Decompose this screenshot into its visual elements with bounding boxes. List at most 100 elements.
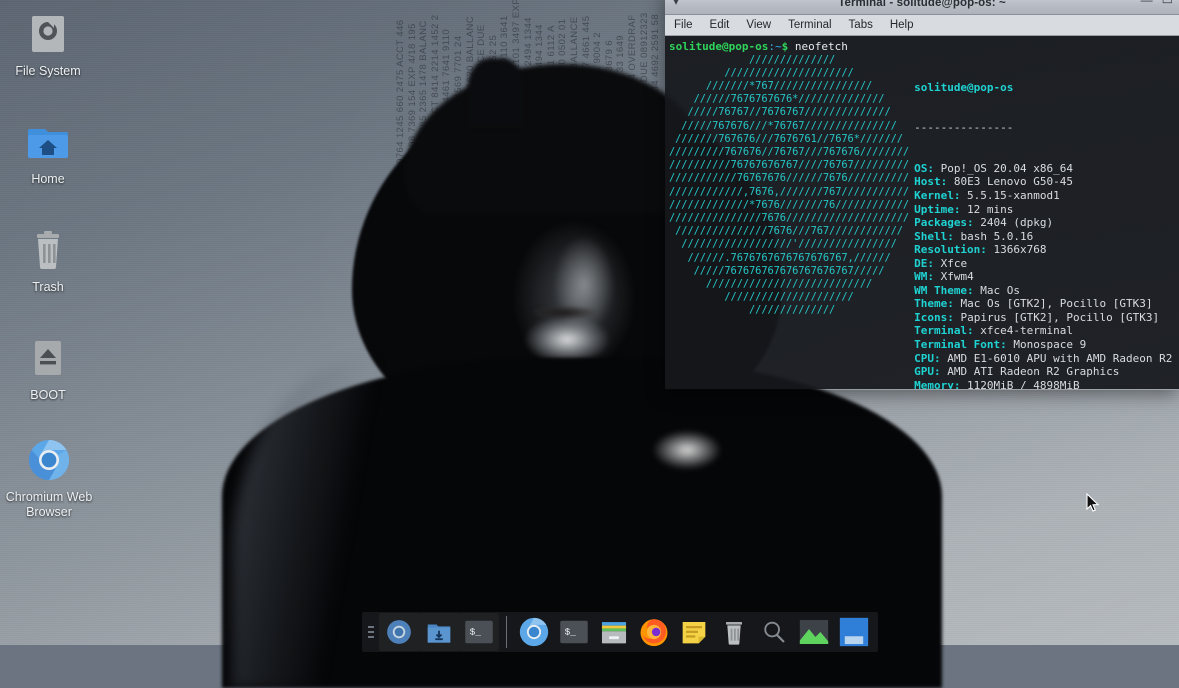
wallpaper-text-column: ACCT.4461 7641 9110 3841 33 1649	[616, 0, 626, 194]
window-menu-icon[interactable]: ▾	[673, 0, 679, 8]
wallpaper-text-column: 876 661 EXP.06/16 4219 97611 6112 A	[547, 0, 557, 194]
minimize-icon[interactable]: —	[1141, 0, 1153, 7]
neofetch-entry: Uptime: 12 mins	[914, 203, 1179, 217]
desktop[interactable]: 7633 20 9764 1245 660 2475 ACCT 4463458 …	[0, 0, 1179, 645]
neofetch-entry-key: DE:	[914, 257, 934, 270]
figure-face	[490, 170, 658, 382]
neofetch-entry: WM Theme: Mac Os	[914, 284, 1179, 298]
wallpaper-text-column: 5 660 2475 ACCT.4461 7641 1101 3497 EXP	[512, 0, 522, 194]
neofetch-entry-value: 5.5.15-xanmod1	[960, 189, 1059, 202]
desktop-icon-home[interactable]: Home	[0, 118, 96, 187]
maximize-icon[interactable]: ▭	[1162, 0, 1173, 7]
neofetch-entry: Kernel: 5.5.15-xanmod1	[914, 189, 1179, 203]
desktop-icon-chromium[interactable]: Chromium Web Browser	[0, 436, 98, 520]
wallpaper-text-column: 3497 7704 ACCT.8414 2214 1452 25	[489, 0, 499, 194]
titlebar-right-controls[interactable]: — ▭	[1141, 0, 1173, 7]
neofetch-entry: CPU: AMD E1-6010 APU with AMD Radeon R2	[914, 352, 1179, 366]
neofetch-entry-key: Uptime:	[914, 203, 960, 216]
terminal-titlebar[interactable]: ▾ Terminal - solitude@pop-os: ~ — ▭	[665, 0, 1179, 15]
figure-mouth	[534, 306, 596, 319]
neofetch-entry: Shell: bash 5.0.16	[914, 230, 1179, 244]
trash-icon	[718, 616, 750, 648]
svg-text:$_: $_	[470, 627, 482, 638]
menu-item-view[interactable]: View	[746, 19, 771, 31]
dock-task-trash[interactable]	[714, 613, 754, 651]
neofetch-entry-key: Kernel:	[914, 189, 960, 202]
wallpaper-text-column: 7 369 154 EXP.4/18 1956 2387 4661 445	[582, 0, 592, 194]
firefox-icon	[637, 615, 671, 649]
neofetch-entry: Resolution: 1366x768	[914, 243, 1179, 257]
neofetch-entry-value: AMD E1-6010 APU with AMD Radeon R2	[941, 352, 1179, 365]
wallpaper-text-column: ACCT 4569 7701 2494 1344 OVERDRAF	[628, 0, 638, 194]
neofetch-entry-value: Monospace 9	[1007, 338, 1086, 351]
neofetch-entry-key: Packages:	[914, 216, 974, 229]
neofetch-entry: WM: Xfwm4	[914, 270, 1179, 284]
dock-task-terminal[interactable]: $_	[554, 613, 594, 651]
menu-item-file[interactable]: File	[674, 19, 693, 31]
chromium-icon	[384, 617, 414, 647]
desktop-icon-label: Trash	[0, 280, 96, 295]
neofetch-entry-value: bash 5.0.16	[954, 230, 1033, 243]
neofetch-entry-key: Host:	[914, 175, 947, 188]
neofetch-entry-key: Terminal:	[914, 324, 974, 337]
wallpaper-text-column: 1245 660 2475 ACCT 4461 7641 9110	[442, 0, 452, 194]
terminal-scrollback: solitude@pop-os:~$ neofetch ////////////…	[665, 36, 1179, 389]
neofetch-entry-value: 1366x768	[987, 243, 1047, 256]
dock-task-chromium[interactable]	[514, 613, 554, 651]
dock-task-notes[interactable]	[674, 613, 714, 651]
chromium-icon	[25, 436, 73, 484]
prompt-colon: :	[768, 40, 775, 53]
prompt-userhost: solitude@pop-os	[669, 40, 768, 53]
wallpaper-text-column: 05/16 01287 41785 2365 1478 BALANC	[419, 0, 429, 194]
neofetch-entry-key: Theme:	[914, 297, 954, 310]
wallpaper-text-column: 29 EXP.0703 5434 976 BALANCE DUE	[477, 0, 487, 194]
wallpaper-text-column: EXP.07/19 ACCT.4569 7701 2494 1344	[535, 0, 545, 194]
neofetch-entry-value: xfce4-terminal	[974, 324, 1073, 337]
terminal-body[interactable]: solitude@pop-os:~$ neofetch ////////////…	[665, 36, 1179, 389]
menu-item-tabs[interactable]: Tabs	[849, 19, 873, 31]
neofetch-host-title: solitude@pop-os	[914, 81, 1013, 94]
neofetch-entry-value: Pop!_OS 20.04 x86_64	[934, 162, 1073, 175]
chromium-icon	[517, 615, 551, 649]
dock-panel[interactable]: $_ $_	[362, 612, 878, 652]
wallpaper-text-column: ACCT.8414 2214 1452 2500 3679 6	[605, 0, 615, 194]
dock-task-archive[interactable]	[594, 613, 634, 651]
neofetch-entry-key: Resolution:	[914, 243, 987, 256]
wallpaper-text-column: 3461 EXP.07/19 ACCT.4569 7701 24	[454, 0, 464, 194]
neofetch-entry-key: GPU:	[914, 365, 941, 378]
menu-item-help[interactable]: Help	[890, 19, 914, 31]
neofetch-entry-value: Papirus [GTK2], Pocillo [GTK3]	[954, 311, 1159, 324]
desktop-icon-trash[interactable]: Trash	[0, 226, 96, 295]
neofetch-entry-value: 1120MiB / 4898MiB	[960, 379, 1079, 389]
neofetch-entry: Terminal Font: Monospace 9	[914, 338, 1179, 352]
menu-item-terminal[interactable]: Terminal	[788, 19, 831, 31]
neofetch-entry: DE: Xfce	[914, 257, 1179, 271]
desktop-icon-boot[interactable]: BOOT	[0, 334, 96, 403]
desktop-icon-file-system[interactable]: File System	[0, 10, 96, 79]
wallpaper-text-column: 3458 255 3598 7369 154 EXP 4/18 195	[408, 0, 418, 194]
wallpaper-statement-text: 7633 20 9764 1245 660 2475 ACCT 4463458 …	[396, 0, 668, 194]
terminal-icon: $_	[559, 619, 589, 645]
neofetch-entry: GPU: AMD ATI Radeon R2 Graphics	[914, 365, 1179, 379]
desktop-icon-label: File System	[0, 64, 96, 79]
titlebar-left-controls[interactable]: ▾	[673, 0, 679, 8]
svg-text:$_: $_	[565, 627, 577, 638]
neofetch-entry-key: OS:	[914, 162, 934, 175]
dock-launcher-terminal[interactable]: $_	[459, 613, 499, 651]
neofetch-entry: Terminal: xfce4-terminal	[914, 324, 1179, 338]
neofetch-entry-value: AMD ATI Radeon R2 Graphics	[941, 365, 1120, 378]
terminal-icon: $_	[464, 619, 494, 645]
dock-task-window[interactable]	[834, 613, 874, 651]
dock-task-firefox[interactable]	[634, 613, 674, 651]
desktop-icon-label: BOOT	[0, 388, 96, 403]
dock-task-image-viewer[interactable]	[794, 613, 834, 651]
neofetch-entry-key: WM:	[914, 270, 934, 283]
dock-drag-handle[interactable]	[366, 621, 376, 643]
terminal-menubar[interactable]: File Edit View Terminal Tabs Help	[665, 15, 1179, 36]
dock-launcher-chromium[interactable]	[379, 613, 419, 651]
neofetch-entry: Host: 80E3 Lenovo G50-45	[914, 175, 1179, 189]
menu-item-edit[interactable]: Edit	[710, 19, 730, 31]
dock-task-search[interactable]	[754, 613, 794, 651]
terminal-window[interactable]: ▾ Terminal - solitude@pop-os: ~ — ▭ File…	[665, 0, 1179, 390]
dock-launcher-file-manager[interactable]	[419, 613, 459, 651]
